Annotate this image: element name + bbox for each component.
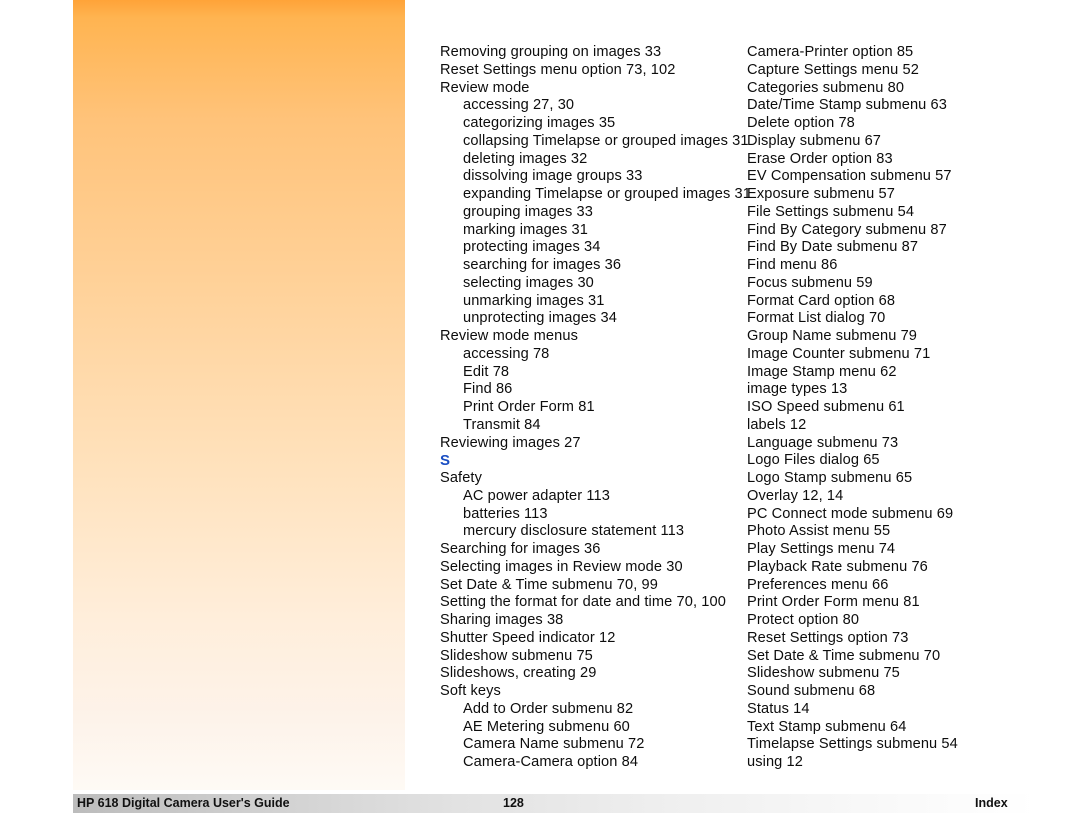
index-entry: Language submenu 73: [747, 434, 899, 451]
index-entry: Status 14: [747, 700, 810, 717]
index-column-left: Removing grouping on images 33 Reset Sett…: [440, 44, 751, 772]
index-entry: Sound submenu 68: [747, 683, 876, 699]
index-entry: Safety: [440, 470, 482, 486]
index-entry: Review mode: [440, 79, 530, 96]
index-entry: Transmit 84: [463, 416, 541, 433]
footer-page-number: 128: [503, 796, 524, 810]
index-entry: Categories submenu 80: [747, 79, 905, 96]
index-entry: Searching for images 36: [440, 541, 601, 557]
index-entry: marking images 31: [463, 221, 588, 238]
index-entry: Edit 78: [463, 363, 510, 380]
index-body: Removing grouping on images 33 Reset Sett…: [440, 44, 1040, 774]
index-entry: Playback Rate submenu 76: [747, 558, 928, 575]
index-entry: Logo Stamp submenu 65: [747, 470, 913, 486]
index-entry: Slideshows, creating 29: [440, 665, 597, 682]
index-entry: Find 86: [463, 381, 513, 398]
index-entry: dissolving image groups 33: [463, 168, 643, 185]
index-entry: Shutter Speed indicator 12: [440, 629, 616, 646]
index-entry: deleting images 32: [463, 150, 588, 167]
index-entry: Display submenu 67: [747, 132, 882, 149]
index-entry: expanding Timelapse or grouped images 31: [463, 186, 751, 202]
index-entry: Print Order Form 81: [463, 399, 595, 415]
index-entry: Find By Date submenu 87: [747, 239, 919, 256]
index-entry: grouping images 33: [463, 203, 593, 220]
index-entry: PC Connect mode submenu 69: [747, 505, 954, 522]
index-entry: Timelapse Settings submenu 54: [747, 736, 958, 753]
index-entry: Date/Time Stamp submenu 63: [747, 97, 947, 114]
index-entry: EV Compensation submenu 57: [747, 168, 952, 185]
index-entry: Reset Settings option 73: [747, 629, 909, 646]
index-entry: Focus submenu 59: [747, 274, 873, 291]
index-entry: ISO Speed submenu 61: [747, 399, 905, 415]
index-entry: labels 12: [747, 416, 807, 433]
index-entry: Protect option 80: [747, 612, 860, 628]
index-entry: Image Stamp menu 62: [747, 363, 897, 380]
index-entry: Preferences menu 66: [747, 576, 889, 593]
index-entry: Exposure submenu 57: [747, 186, 895, 202]
index-entry: Set Date & Time submenu 70, 99: [440, 576, 658, 593]
index-entry: Erase Order option 83: [747, 150, 893, 167]
index-letter-heading: S: [440, 452, 451, 470]
index-entry: File Settings submenu 54: [747, 203, 915, 220]
index-entry: searching for images 36: [463, 257, 622, 273]
index-entry: image types 13: [747, 381, 848, 398]
index-entry: Image Counter submenu 71: [747, 345, 931, 362]
index-entry: AE Metering submenu 60: [463, 718, 630, 735]
index-entry: Camera Name submenu 72: [463, 736, 645, 753]
index-entry: using 12: [747, 754, 803, 770]
index-entry: Delete option 78: [747, 115, 855, 131]
footer-section-label: Index: [975, 796, 1008, 810]
index-entry: unprotecting images 34: [463, 310, 617, 327]
index-entry: Slideshow submenu 75: [747, 665, 900, 682]
footer-document-title: HP 618 Digital Camera User's Guide: [77, 796, 290, 810]
index-entry: protecting images 34: [463, 239, 601, 256]
index-entry: Capture Settings menu 52: [747, 61, 919, 78]
index-entry: Reset Settings menu option 73, 102: [440, 61, 676, 78]
index-column-right: Camera-Printer option 85 Capture Settings…: [747, 44, 1037, 772]
index-entry: mercury disclosure statement 113: [463, 523, 685, 540]
index-entry: categorizing images 35: [463, 115, 616, 131]
index-entry: batteries 113: [463, 505, 548, 522]
index-entry: Find By Category submenu 87: [747, 221, 947, 238]
index-entry: Photo Assist menu 55: [747, 523, 891, 540]
index-entry: collapsing Timelapse or grouped images 3…: [463, 132, 749, 149]
decorative-orange-panel: [73, 0, 405, 790]
index-entry: Camera-Camera option 84: [463, 754, 639, 770]
index-entry: Add to Order submenu 82: [463, 700, 634, 717]
index-entry: Review mode menus: [440, 328, 578, 344]
index-entry: Logo Files dialog 65: [747, 452, 880, 469]
index-entry: selecting images 30: [463, 274, 594, 291]
index-entry: Sharing images 38: [440, 612, 564, 628]
index-entry: Slideshow submenu 75: [440, 647, 593, 664]
index-entry: Camera-Printer option 85: [747, 44, 914, 60]
page-footer: HP 618 Digital Camera User's Guide 128 I…: [73, 794, 1036, 813]
index-entry: Group Name submenu 79: [747, 328, 918, 344]
index-entry: Text Stamp submenu 64: [747, 718, 907, 735]
index-entry: Removing grouping on images 33: [440, 44, 662, 60]
index-entry: accessing 78: [463, 345, 550, 362]
index-entry: Play Settings menu 74: [747, 541, 896, 557]
index-entry: Overlay 12, 14: [747, 487, 844, 504]
index-entry: Soft keys: [440, 683, 501, 699]
index-entry: Format List dialog 70: [747, 310, 886, 327]
index-entry: Setting the format for date and time 70,…: [440, 594, 726, 611]
index-entry: Find menu 86: [747, 257, 838, 273]
index-entry: Set Date & Time submenu 70: [747, 647, 941, 664]
index-entry: unmarking images 31: [463, 292, 605, 309]
index-entry: Format Card option 68: [747, 292, 896, 309]
index-entry: Selecting images in Review mode 30: [440, 558, 683, 575]
index-entry: accessing 27, 30: [463, 97, 575, 114]
index-entry: Reviewing images 27: [440, 434, 581, 451]
index-entry: AC power adapter 113: [463, 487, 610, 504]
index-entry: Print Order Form menu 81: [747, 594, 920, 611]
